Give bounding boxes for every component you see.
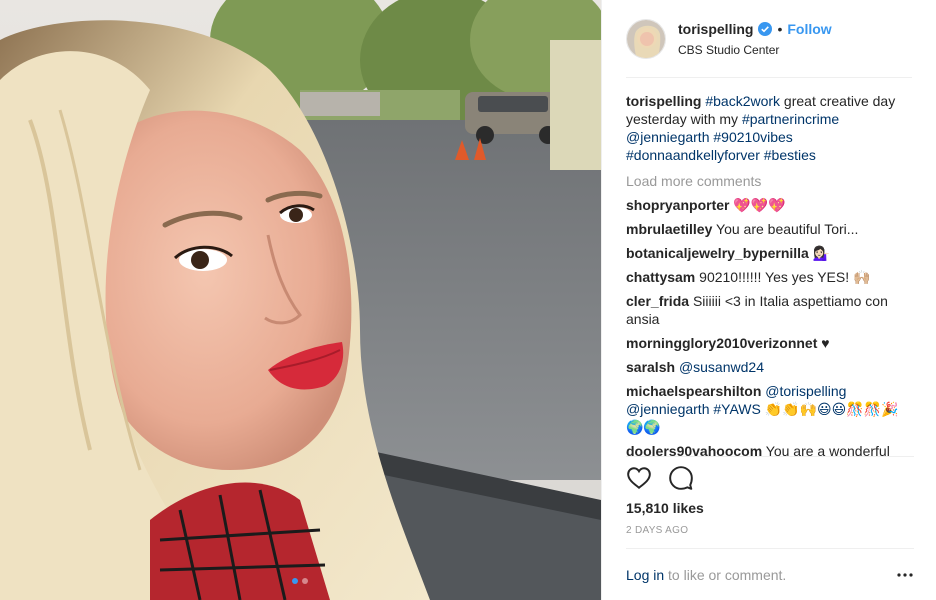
comment-username[interactable]: doolers90vahoocom	[626, 443, 762, 456]
post-caption: torispelling #back2work great creative d…	[626, 92, 914, 164]
comment-username[interactable]: botanicaljewelry_bypernilla	[626, 245, 809, 261]
hashtag-partnerincrime[interactable]: #partnerincrime	[742, 111, 839, 127]
comment-username[interactable]: cler_frida	[626, 293, 689, 309]
hashtag-donnaandkellyforver[interactable]: #donnaandkellyforver	[626, 147, 760, 163]
comment-username[interactable]: chattysam	[626, 269, 695, 285]
action-bar	[626, 456, 914, 491]
comment-item: cler_frida Siiiiii <3 in Italia aspettia…	[626, 292, 914, 328]
comment-username[interactable]: morningglory2010verizonnet	[626, 335, 817, 351]
instagram-post: torispelling • Follow CBS Studio Center …	[0, 0, 936, 600]
header-separator: •	[777, 20, 783, 37]
comment-item: shopryanporter 💖💖💖	[626, 196, 914, 214]
hashtag-back2work[interactable]: #back2work	[705, 93, 780, 109]
hashtag-besties[interactable]: #besties	[764, 147, 816, 163]
comment-username[interactable]: michaelspearshilton	[626, 383, 761, 399]
comment-text: 💁🏻‍♀️	[812, 245, 831, 261]
post-header: torispelling • Follow CBS Studio Center	[626, 0, 912, 78]
caption-username[interactable]: torispelling	[626, 93, 701, 109]
location-link[interactable]: CBS Studio Center	[678, 43, 832, 57]
comment-item: morningglory2010verizonnet ♥	[626, 334, 914, 352]
follow-button[interactable]: Follow	[787, 21, 831, 37]
comment-text: You are beautiful Tori...	[716, 221, 859, 237]
avatar-image	[627, 19, 665, 58]
speech-bubble-icon[interactable]	[668, 465, 694, 491]
comment-item: chattysam 90210!!!!!! Yes yes YES! 🙌🏼	[626, 268, 914, 286]
comment-text: 💖💖💖	[733, 197, 786, 213]
comment-mention[interactable]: @susanwd24	[679, 359, 764, 375]
verified-badge-icon	[758, 21, 773, 36]
comment-text: 90210!!!!!! Yes yes YES! 🙌🏼	[699, 269, 871, 285]
header-username[interactable]: torispelling	[678, 21, 753, 37]
post-photo[interactable]	[0, 0, 601, 600]
carousel-indicator	[292, 578, 308, 584]
comment-text: You are a wonderful	[765, 443, 890, 456]
comment-item: mbrulaetilley You are beautiful Tori...	[626, 220, 914, 238]
heart-outline-icon[interactable]	[626, 465, 652, 491]
carousel-dot-active	[292, 578, 298, 584]
comment-item: doolers90vahoocom You are a wonderful	[626, 442, 914, 456]
comment-text: ♥	[821, 335, 830, 351]
mention-jenniegarth[interactable]: @jenniegarth	[626, 129, 710, 145]
selfie-image	[0, 0, 601, 600]
avatar[interactable]	[626, 18, 666, 59]
post-side-panel: torispelling • Follow CBS Studio Center …	[601, 0, 936, 600]
comment-item: botanicaljewelry_bypernilla 💁🏻‍♀️	[626, 244, 914, 262]
comment-item: michaelspearshilton @torispelling @jenni…	[626, 382, 914, 436]
hashtag-90210vibes[interactable]: #90210vibes	[713, 129, 792, 145]
comments-list[interactable]: torispelling #back2work great creative d…	[626, 92, 914, 456]
comment-username[interactable]: saralsh	[626, 359, 675, 375]
more-options-icon[interactable]	[896, 566, 914, 584]
comment-username[interactable]: mbrulaetilley	[626, 221, 712, 237]
login-prompt-text: to like or comment.	[664, 566, 787, 583]
login-footer: Log in to like or comment.	[626, 548, 914, 600]
login-link[interactable]: Log in	[626, 567, 664, 583]
likes-count[interactable]: 15,810 likes	[626, 500, 704, 516]
post-timestamp: 2 DAYS AGO	[626, 525, 689, 536]
carousel-dot	[302, 578, 308, 584]
comment-username[interactable]: shopryanporter	[626, 197, 729, 213]
load-more-comments-button[interactable]: Load more comments	[626, 172, 914, 190]
comment-item: saralsh @susanwd24	[626, 358, 914, 376]
